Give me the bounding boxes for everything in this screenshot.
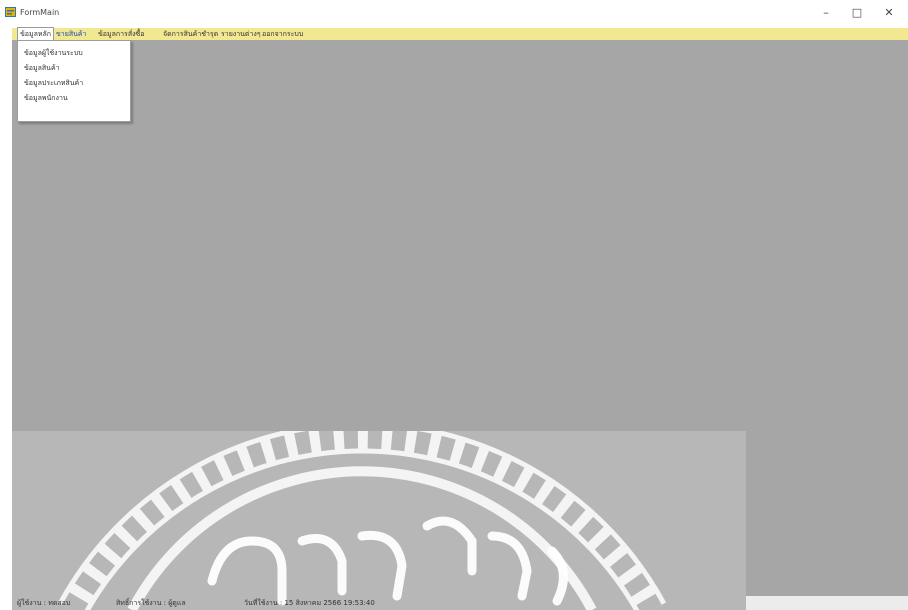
close-icon: ✕	[884, 6, 894, 19]
minimize-icon: –	[823, 6, 829, 19]
minimize-button[interactable]: –	[818, 6, 834, 20]
status-date: วันที่ใช้งาน : 15 สิงหาคม 2566 19:53:40	[244, 599, 375, 607]
dropdown-item-users[interactable]: ข้อมูลผู้ใช้งานระบบ	[24, 48, 83, 59]
status-user: ผู้ใช้งาน : ทดสอบ	[17, 599, 71, 607]
menu-sell-products[interactable]: ขายสินค้า	[54, 28, 89, 40]
menu-purchase-data[interactable]: ข้อมูลการสั่งซื้อ	[96, 28, 146, 40]
dropdown-item-product-types[interactable]: ข้อมูลประเภทสินค้า	[24, 78, 83, 89]
menu-logout[interactable]: ออกจากระบบ	[260, 28, 305, 40]
app-form-icon	[5, 7, 16, 17]
status-bar: ผู้ใช้งาน : ทดสอบ สิทธิ์การใช้งาน : ผู้ด…	[0, 596, 908, 610]
master-data-dropdown: ข้อมูลผู้ใช้งานระบบ ข้อมูลสินค้า ข้อมูลป…	[17, 40, 131, 122]
maximize-icon: □	[851, 6, 863, 19]
menu-damaged-products[interactable]: จัดการสินค้าชำรุด	[161, 28, 220, 40]
watermark-panel	[12, 431, 746, 610]
menu-bar: ข้อมูลหลัก ขายสินค้า ข้อมูลการสั่งซื้อ จ…	[12, 27, 908, 41]
status-role: สิทธิ์การใช้งาน : ผู้ดูแล	[116, 599, 186, 607]
menu-reports[interactable]: รายงานต่างๆ	[219, 28, 263, 40]
title-bar: FormMain – □ ✕	[0, 0, 908, 28]
maximize-button[interactable]: □	[849, 6, 865, 20]
menu-master-data[interactable]: ข้อมูลหลัก	[17, 27, 55, 41]
window-title: FormMain	[20, 8, 60, 17]
dropdown-item-employees[interactable]: ข้อมูลพนักงาน	[24, 93, 68, 104]
close-button[interactable]: ✕	[881, 6, 897, 20]
seal-watermark	[57, 431, 667, 610]
dropdown-item-products[interactable]: ข้อมูลสินค้า	[24, 63, 60, 74]
